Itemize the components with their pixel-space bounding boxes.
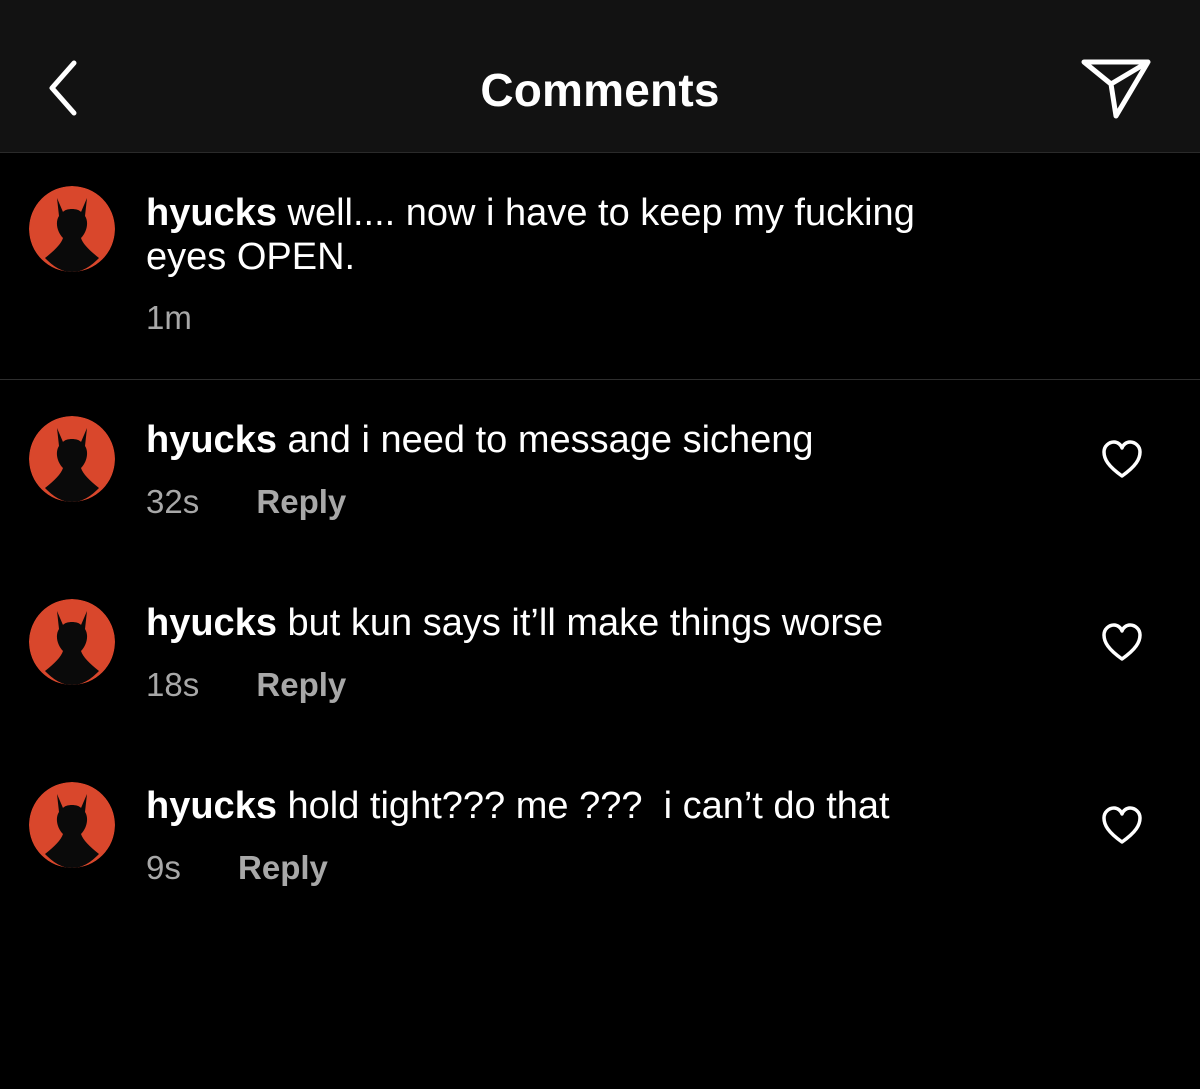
comment-time: 32s [146,483,200,520]
share-button[interactable] [1078,54,1154,122]
username[interactable]: hyucks [146,785,277,827]
comment-meta: 32s Reply [146,482,346,522]
comment-time: 18s [146,666,200,703]
comment-body: and i need to message sicheng [287,419,814,461]
heart-icon[interactable] [1100,438,1144,482]
paper-plane-icon [1081,59,1151,119]
avatar[interactable] [29,416,115,502]
caption-text: hyucks well.... now i have to keep my fu… [146,191,915,279]
username[interactable]: hyucks [146,419,277,461]
header-bar: Comments [0,0,1200,153]
reply-button[interactable]: Reply [256,666,346,703]
caption-line-1: well.... now i have to keep my fucking [287,192,915,234]
avatar[interactable] [29,782,115,868]
comment-text: hyucks but kun says it’ll make things wo… [146,601,883,645]
comment-item: hyucks and i need to message sicheng 32s… [0,380,1200,530]
heart-icon[interactable] [1100,621,1144,665]
caption-line-2: eyes OPEN. [146,236,356,278]
comment-text: hyucks and i need to message sicheng [146,418,814,462]
caption: hyucks well.... now i have to keep my fu… [0,153,1200,380]
comment-item: hyucks hold tight??? me ??? i can’t do t… [0,746,1200,896]
comment-time: 9s [146,849,181,886]
comment-text: hyucks hold tight??? me ??? i can’t do t… [146,784,890,828]
username[interactable]: hyucks [146,192,277,234]
username[interactable]: hyucks [146,602,277,644]
reply-button[interactable]: Reply [256,483,346,520]
reply-button[interactable]: Reply [238,849,328,886]
page-title: Comments [480,64,720,116]
avatar[interactable] [29,599,115,685]
comment-meta: 9s Reply [146,848,328,888]
comment-meta: 18s Reply [146,665,346,705]
comment-body: but kun says it’ll make things worse [287,602,884,644]
avatar[interactable] [29,186,115,272]
comment-body: hold tight??? me ??? i can’t do that [287,785,890,827]
heart-icon[interactable] [1100,804,1144,848]
comment-item: hyucks but kun says it’ll make things wo… [0,563,1200,713]
caption-time: 1m [146,299,192,336]
